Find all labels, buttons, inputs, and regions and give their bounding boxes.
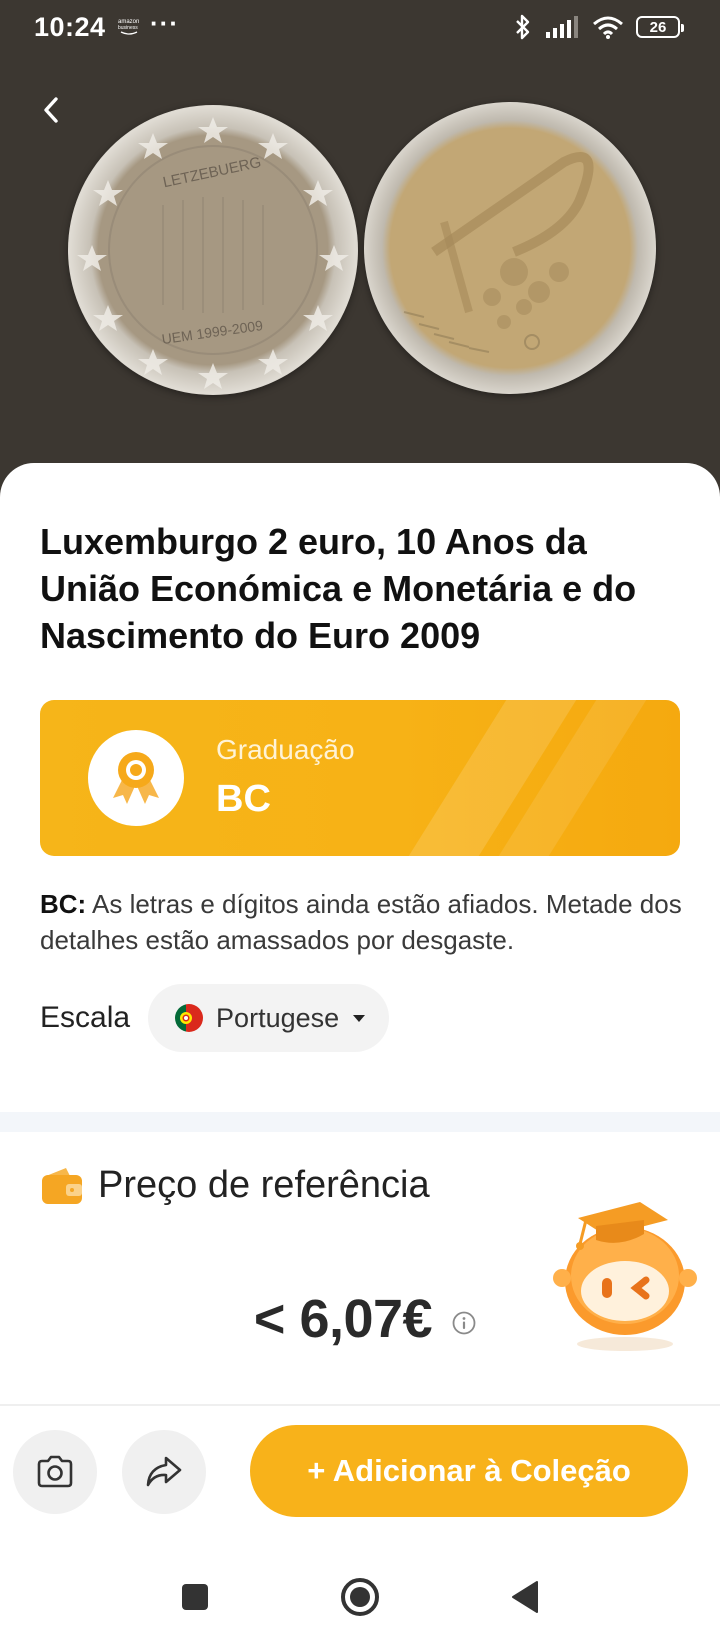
- camera-icon: [37, 1455, 73, 1488]
- price-heading-text: Preço de referência: [98, 1164, 430, 1206]
- recents-button[interactable]: [170, 1572, 220, 1622]
- svg-text:business: business: [118, 25, 138, 31]
- battery-icon: 26: [636, 16, 684, 38]
- home-button[interactable]: [335, 1572, 385, 1622]
- coin-title: Luxemburgo 2 euro, 10 Anos da União Econ…: [40, 521, 637, 656]
- battery-level: 26: [649, 18, 667, 36]
- status-overflow-dots: ···: [150, 8, 179, 38]
- recents-square-icon: [182, 1584, 208, 1610]
- chevron-left-icon: [44, 97, 58, 123]
- status-icons: 26: [512, 12, 684, 42]
- grade-description-text: As letras e dígitos ainda estão afiados.…: [40, 889, 682, 955]
- price-value-row: < 6,07€: [0, 1288, 720, 1350]
- share-icon: [146, 1456, 182, 1487]
- scale-dropdown[interactable]: Portugese: [148, 984, 390, 1052]
- award-medal-icon: [113, 752, 159, 804]
- section-divider: [0, 1112, 720, 1132]
- price-value: < 6,07€: [253, 1289, 433, 1349]
- coin-reverse-image: [364, 102, 656, 394]
- price-heading: Preço de referência: [40, 1164, 430, 1207]
- info-icon[interactable]: [452, 1311, 476, 1335]
- grade-label: Graduação: [216, 734, 355, 765]
- grade-value: BC: [216, 778, 271, 820]
- scale-selected-value: Portugese: [216, 1002, 340, 1033]
- bluetooth-icon: [516, 14, 530, 40]
- grade-card: Graduação BC: [40, 700, 680, 856]
- home-circle-icon: [341, 1578, 379, 1616]
- caret-down-icon: [353, 1015, 366, 1022]
- coin-obverse-image: LETZEBUERG UEM 1999-2009: [68, 105, 358, 395]
- add-to-collection-button[interactable]: + Adicionar à Coleção: [250, 1425, 688, 1517]
- back-triangle-icon: [512, 1581, 538, 1613]
- signal-icon: [546, 16, 578, 38]
- coin-left-bottom-text: UEM 1999-2009: [161, 317, 264, 347]
- share-button[interactable]: [122, 1430, 206, 1514]
- grade-description-code: BC:: [40, 889, 87, 919]
- coin-reverse-detail: [403, 152, 594, 353]
- portugal-flag-icon: [175, 1004, 204, 1032]
- scale-label: Escala: [40, 1001, 131, 1034]
- status-time: 10:24: [34, 12, 106, 42]
- grade-description: BC: As letras e dígitos ainda estão afia…: [40, 886, 690, 958]
- system-back-button[interactable]: [500, 1572, 550, 1622]
- status-bar: 10:24 amazon business ··· 26: [0, 0, 720, 54]
- grade-icon-circle: [88, 730, 184, 826]
- system-navigation-bar: [0, 1542, 720, 1650]
- coin-photo-header: 10:24 amazon business ··· 26 LETZEBUERG …: [0, 0, 720, 500]
- camera-button[interactable]: [13, 1430, 97, 1514]
- action-bar: + Adicionar à Coleção: [0, 1406, 720, 1542]
- amazon-business-icon: amazon business: [118, 19, 139, 35]
- scale-row: Escala Portugese: [40, 984, 390, 1052]
- wifi-icon: [593, 16, 623, 39]
- coin-obverse-detail: LETZEBUERG UEM 1999-2009: [77, 117, 349, 389]
- coin-left-top-text: LETZEBUERG: [161, 154, 262, 191]
- wallet-icon: [42, 1167, 82, 1204]
